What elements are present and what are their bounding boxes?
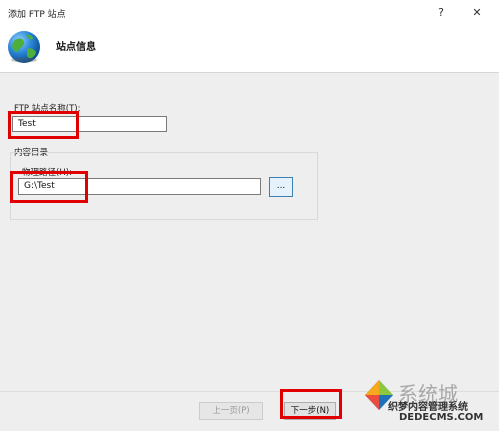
window-title: 添加 FTP 站点 <box>8 10 66 20</box>
browse-button[interactable]: ... <box>269 177 293 197</box>
globe-icon <box>8 31 40 63</box>
highlight-box-physical-path <box>10 171 88 203</box>
previous-button[interactable]: 上一页(P) <box>199 402 263 420</box>
watermark-domain: DEDECMS.COM <box>399 412 484 423</box>
watermark-cn-text: 织梦内容管理系统 <box>388 402 468 413</box>
highlight-box-next <box>280 389 342 419</box>
help-button[interactable]: ? <box>433 5 449 21</box>
highlight-box-site-name <box>8 111 79 139</box>
title-bar <box>0 0 499 26</box>
close-button[interactable]: ✕ <box>469 5 485 21</box>
page-title: 站点信息 <box>56 42 96 53</box>
